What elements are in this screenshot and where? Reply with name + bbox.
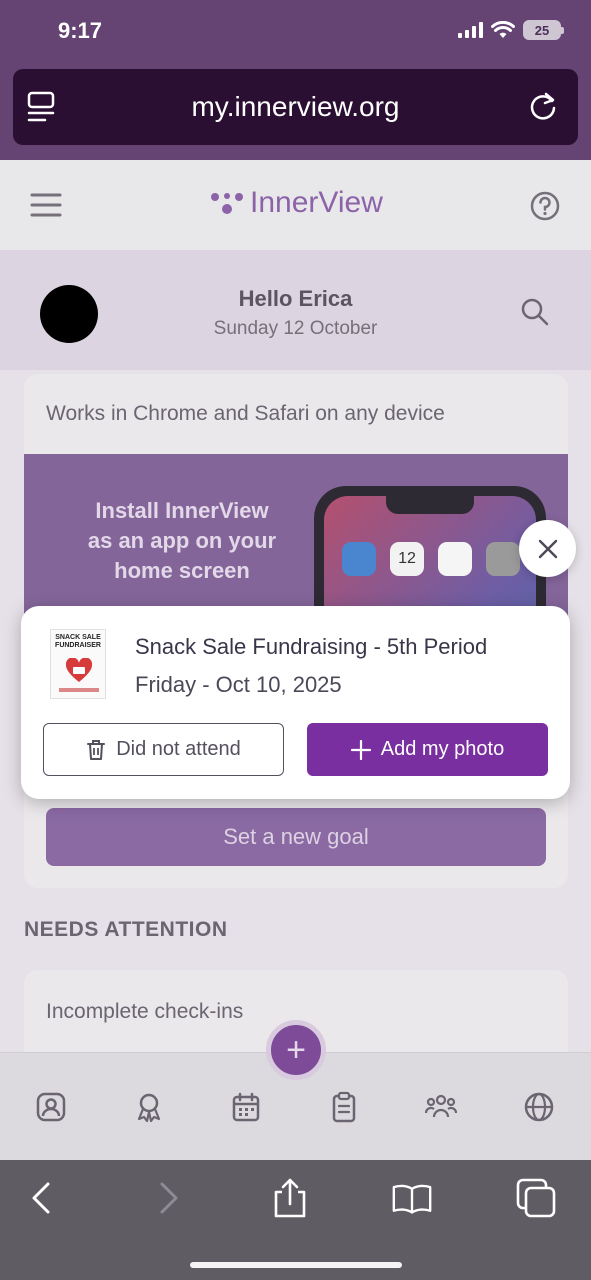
calendar-app-icon: 12 bbox=[390, 542, 424, 576]
status-icons: 25 bbox=[458, 20, 564, 40]
logo-text: InnerView bbox=[250, 186, 383, 219]
battery-indicator: 25 bbox=[523, 20, 564, 40]
greeting-date: Sunday 12 October bbox=[213, 318, 378, 339]
event-thumbnail: SNACK SALE FUNDRAISER bbox=[50, 629, 106, 699]
did-not-attend-button[interactable]: Did not attend bbox=[43, 723, 284, 776]
phone-notch bbox=[386, 496, 474, 514]
help-icon[interactable] bbox=[529, 190, 561, 222]
add-my-photo-button[interactable]: Add my photo bbox=[307, 723, 548, 776]
wifi-icon bbox=[491, 21, 515, 38]
search-icon[interactable] bbox=[519, 296, 551, 328]
signal-icon bbox=[458, 22, 483, 38]
add-my-photo-label: Add my photo bbox=[380, 738, 505, 760]
greeting-title: Hello Erica bbox=[238, 286, 353, 311]
bookmarks-icon[interactable] bbox=[392, 1178, 432, 1218]
url-text[interactable]: my.innerview.org bbox=[13, 91, 578, 123]
share-icon[interactable] bbox=[270, 1178, 310, 1218]
install-app-text: Install InnerView as an app on your home… bbox=[87, 498, 277, 583]
home-indicator bbox=[190, 1262, 402, 1268]
thumbnail-footer bbox=[59, 688, 99, 692]
browser-bottom-toolbar bbox=[0, 1160, 591, 1280]
mail-app-icon bbox=[342, 542, 376, 576]
tabs-icon[interactable] bbox=[516, 1178, 556, 1218]
needs-attention-heading: NEEDS ATTENTION bbox=[24, 918, 228, 941]
hamburger-menu-icon[interactable] bbox=[30, 192, 62, 218]
group-icon[interactable] bbox=[425, 1091, 457, 1123]
badge-icon[interactable] bbox=[133, 1091, 165, 1123]
plus-icon bbox=[350, 739, 371, 760]
clipboard-icon[interactable] bbox=[328, 1091, 360, 1123]
calendar-app-date: 12 bbox=[398, 550, 416, 567]
back-icon[interactable] bbox=[22, 1178, 62, 1218]
phone-app-row: 12 bbox=[342, 542, 520, 576]
camera-app-icon bbox=[486, 542, 520, 576]
trash-icon bbox=[87, 739, 106, 760]
event-title: Snack Sale Fundraising - 5th Period bbox=[135, 634, 488, 659]
reload-icon[interactable] bbox=[526, 89, 560, 123]
status-time: 9:17 bbox=[58, 18, 103, 43]
forward-icon[interactable] bbox=[148, 1178, 188, 1218]
greeting-section: Hello Erica Sunday 12 October bbox=[0, 250, 591, 370]
app-logo[interactable]: InnerView bbox=[210, 186, 383, 220]
close-icon bbox=[538, 539, 557, 558]
photos-app-icon bbox=[438, 542, 472, 576]
event-date: Friday - Oct 10, 2025 bbox=[135, 672, 342, 697]
incomplete-checkins-title: Incomplete check-ins bbox=[46, 1000, 244, 1023]
add-fab-button[interactable]: + bbox=[266, 1020, 326, 1080]
app-header: InnerView bbox=[0, 160, 591, 250]
browser-top-bar: my.innerview.org bbox=[0, 62, 591, 160]
set-new-goal-button[interactable]: Set a new goal bbox=[46, 808, 546, 866]
status-bar: 9:17 25 bbox=[0, 0, 591, 62]
thumbnail-title: SNACK SALE FUNDRAISER bbox=[55, 634, 101, 649]
calendar-icon[interactable] bbox=[230, 1091, 262, 1123]
did-not-attend-label: Did not attend bbox=[116, 738, 241, 760]
close-popup-button[interactable] bbox=[519, 520, 576, 577]
event-photo-popup: SNACK SALE FUNDRAISER Snack Sale Fundrai… bbox=[21, 606, 570, 799]
url-bar[interactable]: my.innerview.org bbox=[13, 69, 578, 145]
logo-mark-icon bbox=[211, 193, 243, 214]
heart-icon bbox=[65, 658, 93, 682]
globe-icon[interactable] bbox=[523, 1091, 555, 1123]
browser-support-note: Works in Chrome and Safari on any device bbox=[46, 402, 445, 425]
profile-icon[interactable] bbox=[35, 1091, 67, 1123]
